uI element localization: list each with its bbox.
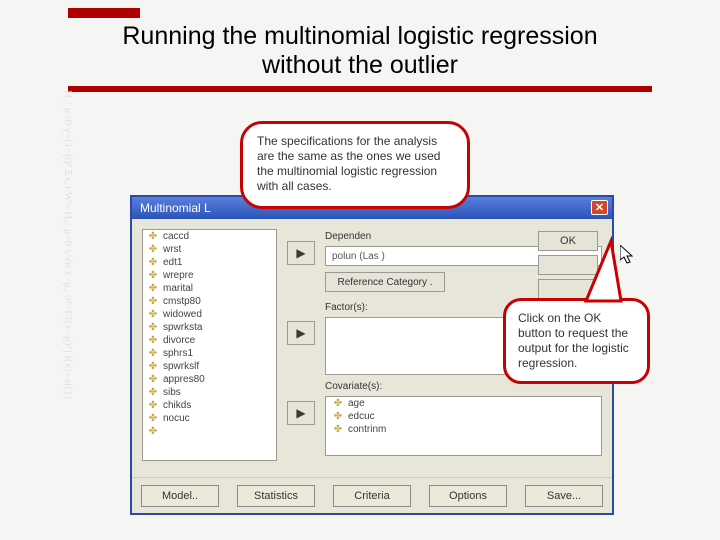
callout-ok: Click on the OK button to request the ou… bbox=[503, 298, 650, 384]
list-item-label: caccd bbox=[163, 231, 189, 242]
scale-icon: ✤ bbox=[147, 244, 159, 255]
list-item[interactable]: ✤ contrinm bbox=[326, 423, 601, 436]
list-item-label: wrst bbox=[163, 244, 181, 255]
list-item[interactable]: ✤ divorce bbox=[143, 334, 276, 347]
list-item-label: spwrksta bbox=[163, 322, 202, 333]
statistics-button[interactable]: Statistics bbox=[237, 485, 315, 507]
list-item[interactable]: ✤ chikds bbox=[143, 399, 276, 412]
list-item-label: nocuc bbox=[163, 413, 190, 424]
list-item[interactable]: ✤ edcuc bbox=[326, 410, 601, 423]
list-item-label: sphrs1 bbox=[163, 348, 193, 359]
callout-text: The specifications for the analysis are … bbox=[257, 134, 440, 193]
scale-icon: ✤ bbox=[147, 309, 159, 320]
dependent-value: polun (Las ) bbox=[332, 251, 385, 262]
list-item[interactable]: ✤ wrst bbox=[143, 243, 276, 256]
scale-icon: ✤ bbox=[332, 411, 344, 422]
scale-icon: ✤ bbox=[147, 257, 159, 268]
list-item[interactable]: ✤ caccd bbox=[143, 230, 276, 243]
background-formula: H₁: μ<0 γ=(1−β)² Σxᵢ t W= H₀: μ=0 s/√n x… bbox=[6, 90, 76, 530]
list-item-label: appres80 bbox=[163, 374, 205, 385]
list-item[interactable]: ✤ cmstp80 bbox=[143, 295, 276, 308]
list-item[interactable]: ✤ age bbox=[326, 397, 601, 410]
list-item-label: chikds bbox=[163, 400, 191, 411]
btn-label: Model.. bbox=[162, 490, 198, 502]
btn-label: Options bbox=[449, 490, 487, 502]
criteria-button[interactable]: Criteria bbox=[333, 485, 411, 507]
move-to-factors-button[interactable]: ▶ bbox=[287, 321, 315, 345]
title-underline bbox=[68, 86, 652, 92]
transfer-buttons: ▶ ▶ ▶ bbox=[287, 229, 315, 467]
btn-label: Criteria bbox=[354, 490, 389, 502]
list-item[interactable]: ✤ wrepre bbox=[143, 269, 276, 282]
list-item-label: spwrkslf bbox=[163, 361, 199, 372]
scale-icon: ✤ bbox=[147, 348, 159, 359]
btn-label: Save... bbox=[547, 490, 581, 502]
title-line-2: without the outlier bbox=[262, 51, 458, 79]
scale-icon: ✤ bbox=[147, 322, 159, 333]
scale-icon: ✤ bbox=[147, 426, 159, 437]
accent-bar bbox=[68, 8, 140, 18]
scale-icon: ✤ bbox=[147, 374, 159, 385]
model-button[interactable]: Model.. bbox=[141, 485, 219, 507]
scale-icon: ✤ bbox=[332, 424, 344, 435]
move-to-covariates-button[interactable]: ▶ bbox=[287, 401, 315, 425]
list-item-label: contrinm bbox=[348, 424, 386, 435]
list-item-label: widowed bbox=[163, 309, 202, 320]
callout-specifications: The specifications for the analysis are … bbox=[240, 121, 470, 209]
list-item[interactable]: ✤ sphrs1 bbox=[143, 347, 276, 360]
scale-icon: ✤ bbox=[147, 387, 159, 398]
list-item-label: wrepre bbox=[163, 270, 194, 281]
scale-icon: ✤ bbox=[332, 398, 344, 409]
list-item[interactable]: ✤ spwrkslf bbox=[143, 360, 276, 373]
list-item-label: cmstp80 bbox=[163, 296, 201, 307]
scale-icon: ✤ bbox=[147, 231, 159, 242]
options-button[interactable]: Options bbox=[429, 485, 507, 507]
save-dialog-button[interactable]: Save... bbox=[525, 485, 603, 507]
list-item[interactable]: ✤ widowed bbox=[143, 308, 276, 321]
refcat-label: Reference Category . bbox=[337, 277, 432, 288]
list-item[interactable]: ✤ appres80 bbox=[143, 373, 276, 386]
list-item[interactable]: ✤ bbox=[143, 425, 276, 438]
list-item-label: edt1 bbox=[163, 257, 182, 268]
cursor-icon bbox=[620, 245, 636, 265]
scale-icon: ✤ bbox=[147, 270, 159, 281]
scale-icon: ✤ bbox=[147, 413, 159, 424]
list-item-label: divorce bbox=[163, 335, 195, 346]
scale-icon: ✤ bbox=[147, 335, 159, 346]
scale-icon: ✤ bbox=[147, 361, 159, 372]
btn-label: Statistics bbox=[254, 490, 298, 502]
move-to-dependent-button[interactable]: ▶ bbox=[287, 241, 315, 265]
ok-label: OK bbox=[560, 235, 576, 247]
dialog-title: Multinomial L bbox=[140, 201, 211, 215]
covariates-listbox[interactable]: ✤ age ✤ edcuc ✤ contrinm bbox=[325, 396, 602, 456]
close-icon[interactable]: ✕ bbox=[591, 200, 608, 215]
list-item-label: edcuc bbox=[348, 411, 375, 422]
callout-text: Click on the OK button to request the ou… bbox=[518, 311, 629, 370]
reference-category-button[interactable]: Reference Category . bbox=[325, 272, 445, 292]
scale-icon: ✤ bbox=[147, 296, 159, 307]
list-item[interactable]: ✤ nocuc bbox=[143, 412, 276, 425]
scale-icon: ✤ bbox=[147, 400, 159, 411]
dialog-bottom-bar: Model.. Statistics Criteria Options Save… bbox=[132, 477, 612, 513]
list-item[interactable]: ✤ spwrksta bbox=[143, 321, 276, 334]
list-item-label: age bbox=[348, 398, 365, 409]
variable-list[interactable]: ✤ caccd ✤ wrst ✤ edt1 ✤ wrepre ✤ marital ✤ cms… bbox=[142, 229, 277, 461]
title-line-1: Running the multinomial logistic regress… bbox=[122, 22, 597, 50]
scale-icon: ✤ bbox=[147, 283, 159, 294]
page-title: Running the multinomial logistic regress… bbox=[60, 22, 660, 80]
list-item[interactable]: ✤ edt1 bbox=[143, 256, 276, 269]
list-item-label: marital bbox=[163, 283, 193, 294]
list-item[interactable]: ✤ sibs bbox=[143, 386, 276, 399]
list-item[interactable]: ✤ marital bbox=[143, 282, 276, 295]
list-item-label: sibs bbox=[163, 387, 181, 398]
